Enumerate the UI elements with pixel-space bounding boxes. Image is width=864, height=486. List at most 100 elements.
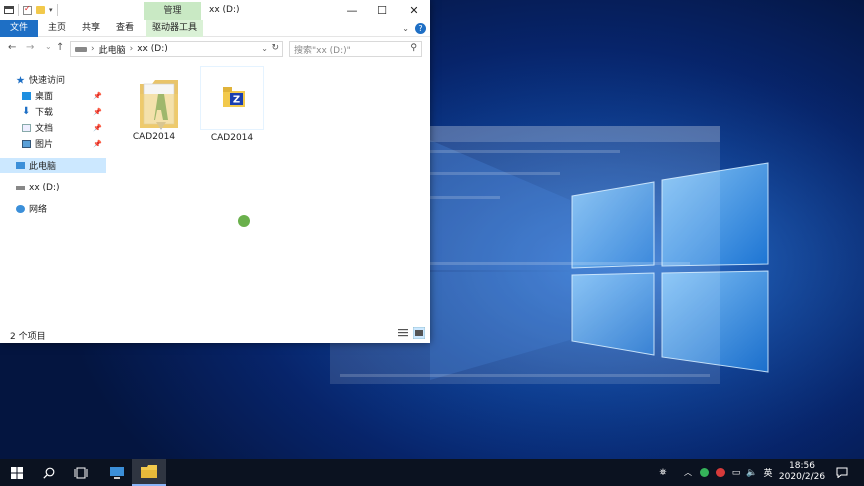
notification-icon	[836, 467, 848, 478]
breadcrumb-drive[interactable]: xx (D:)	[137, 44, 168, 54]
recent-locations-icon[interactable]: ⌄	[45, 42, 52, 51]
drive-icon	[75, 46, 87, 52]
file-item[interactable]: CAD2014	[122, 66, 186, 142]
minimize-button[interactable]: —	[336, 0, 368, 20]
file-name: CAD2014	[132, 132, 176, 142]
help-icon[interactable]: ?	[415, 23, 426, 34]
nav-label: 文档	[35, 124, 54, 134]
mouse-cursor	[238, 215, 250, 227]
people-icon[interactable]: ⛯	[656, 459, 670, 486]
clock-date: 2020/2/26	[778, 472, 826, 482]
status-bar: 2 个项目	[0, 324, 430, 343]
autocad-folder-icon	[140, 80, 178, 130]
search-placeholder: 搜索"xx (D:)"	[294, 45, 351, 56]
shield-icon	[715, 468, 725, 477]
download-icon: ⬇	[22, 105, 31, 117]
taskbar-app-file-explorer[interactable]	[132, 459, 166, 486]
nav-label: 网络	[29, 205, 48, 215]
nav-item-drive-d[interactable]: xx (D:)	[0, 180, 106, 195]
nav-label: xx (D:)	[29, 182, 60, 193]
address-dropdown-icon[interactable]: ⌄	[261, 44, 268, 53]
windows-logo-icon	[11, 466, 23, 479]
address-toolbar: ← → ⌄ ↑ › 此电脑 › xx (D:) ⌄ ↻ 搜索"xx (D:)" …	[0, 38, 430, 60]
breadcrumb-separator-icon: ›	[91, 44, 95, 54]
toolbar-separator	[18, 4, 19, 16]
volume-icon[interactable]: 🔈	[746, 459, 758, 486]
expand-ribbon-icon[interactable]: ⌄	[402, 24, 409, 33]
svg-text:Z: Z	[233, 95, 240, 106]
nav-item-desktop[interactable]: 桌面 📌	[0, 88, 106, 103]
address-bar[interactable]: › 此电脑 › xx (D:) ⌄ ↻	[70, 41, 283, 57]
nav-label: 此电脑	[29, 162, 57, 172]
customize-toolbar-icon[interactable]: ▾	[49, 6, 53, 14]
taskbar: ⛯ ︿ ▭ 🔈 英 18:56 2020/2/26	[0, 459, 864, 486]
compressed-archive-icon: Z	[223, 87, 245, 107]
properties-icon[interactable]	[4, 6, 14, 14]
title-bar[interactable]: ▾ 管理 xx (D:) — ☐ ✕	[0, 0, 430, 20]
item-count: 2 个项目	[10, 332, 46, 342]
desktop-icon	[22, 91, 31, 100]
window-title: xx (D:)	[209, 5, 240, 15]
breadcrumb-this-pc[interactable]: 此电脑	[99, 43, 126, 56]
pin-icon[interactable]: 📌	[93, 124, 102, 132]
security-tray-icon[interactable]	[714, 459, 726, 486]
pictures-icon	[22, 139, 31, 148]
ribbon-tabs: 文件 主页 共享 查看 驱动器工具 ⌄ ?	[0, 20, 430, 37]
nav-label: 快速访问	[29, 76, 66, 86]
maximize-button[interactable]: ☐	[366, 0, 398, 20]
nav-item-network[interactable]: 网络	[0, 201, 106, 216]
tab-home[interactable]: 主页	[42, 20, 72, 37]
search-icon	[43, 467, 55, 479]
task-view-button[interactable]	[64, 459, 98, 486]
star-icon	[16, 75, 25, 84]
document-icon	[22, 123, 31, 132]
computer-app-icon	[110, 466, 124, 479]
green-app-icon	[699, 468, 709, 477]
app-tray-icon[interactable]	[698, 459, 710, 486]
ribbon-right-controls: ⌄ ?	[402, 23, 426, 34]
nav-item-documents[interactable]: 文档 📌	[0, 120, 106, 135]
drive-icon	[16, 185, 25, 190]
nav-item-quick-access[interactable]: 快速访问	[0, 72, 106, 87]
nav-item-downloads[interactable]: ⬇ 下载 📌	[0, 104, 106, 119]
task-view-icon	[74, 467, 88, 478]
up-icon[interactable]: ↑	[56, 42, 64, 53]
checkbox-icon[interactable]	[23, 4, 32, 15]
search-input[interactable]: 搜索"xx (D:)" ⚲	[289, 41, 422, 57]
show-hidden-icons[interactable]: ︿	[682, 459, 694, 486]
close-button[interactable]: ✕	[398, 0, 430, 20]
large-icons-view-icon[interactable]	[413, 327, 425, 339]
search-button[interactable]	[32, 459, 66, 486]
tab-file[interactable]: 文件	[0, 20, 38, 37]
pin-icon[interactable]: 📌	[93, 92, 102, 100]
tab-drive-tools[interactable]: 驱动器工具	[146, 20, 204, 37]
start-button[interactable]	[0, 459, 34, 486]
tab-share[interactable]: 共享	[76, 20, 106, 37]
file-name: CAD2014	[210, 133, 254, 143]
file-explorer-window[interactable]: ▾ 管理 xx (D:) — ☐ ✕ 文件 主页 共享 查看 驱动器工具 ⌄ ?…	[0, 0, 430, 343]
faded-line	[390, 262, 690, 265]
input-method-indicator[interactable]: 英	[761, 459, 775, 486]
new-folder-icon[interactable]	[36, 6, 45, 14]
refresh-icon[interactable]: ↻	[271, 43, 279, 53]
pin-icon[interactable]: 📌	[93, 140, 102, 148]
back-icon[interactable]: ←	[8, 42, 16, 53]
nav-label: 桌面	[35, 92, 54, 102]
manage-context-tab[interactable]: 管理	[144, 2, 201, 20]
search-icon[interactable]: ⚲	[410, 43, 417, 53]
network-icon	[16, 204, 25, 213]
notifications-button[interactable]	[832, 459, 852, 486]
tab-view[interactable]: 查看	[110, 20, 140, 37]
details-view-icon[interactable]	[397, 327, 409, 339]
forward-icon[interactable]: →	[26, 42, 34, 53]
nav-item-this-pc[interactable]: 此电脑	[0, 158, 106, 173]
taskbar-app-desktop[interactable]	[100, 459, 134, 486]
file-item[interactable]: Z CAD2014	[200, 66, 264, 143]
nav-item-pictures[interactable]: 图片 📌	[0, 136, 106, 151]
pin-icon[interactable]: 📌	[93, 108, 102, 116]
clock-time: 18:56	[789, 461, 815, 471]
clock[interactable]: 18:56 2020/2/26	[774, 461, 830, 483]
file-list[interactable]: CAD2014 Z CAD2014	[106, 62, 430, 324]
computer-icon	[16, 162, 25, 169]
network-tray-icon[interactable]: ▭	[730, 459, 742, 486]
